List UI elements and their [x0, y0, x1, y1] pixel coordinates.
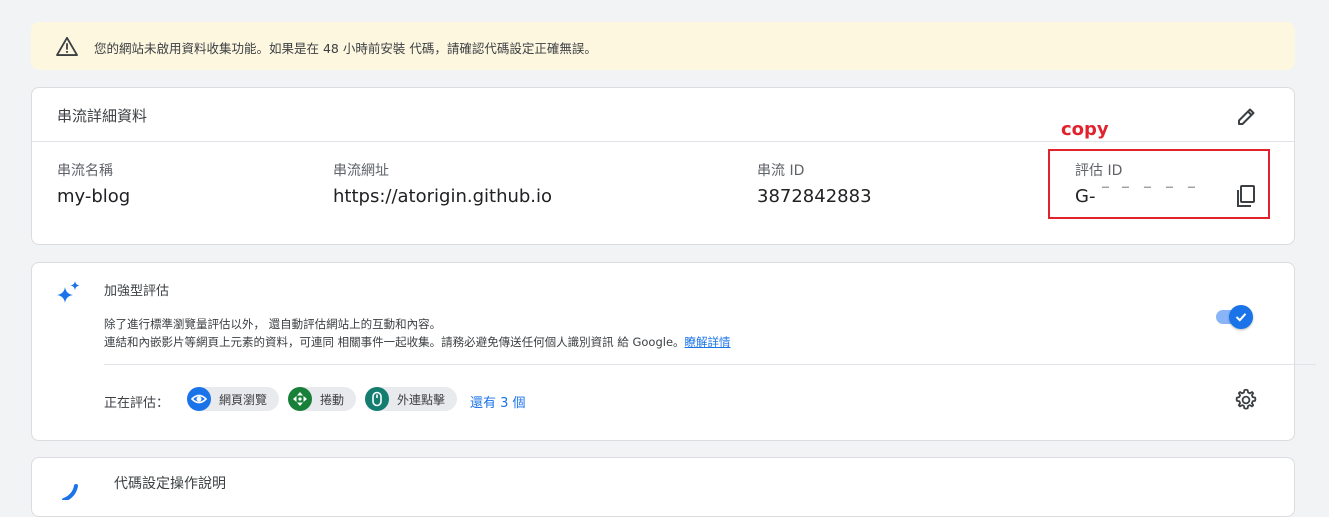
- measurement-id-value: G-: [1075, 186, 1096, 207]
- description-line-1: 除了進行標準瀏覽量評估以外， 還自動評估網站上的互動和內容。: [104, 317, 442, 331]
- measuring-label: 正在評估：: [104, 396, 170, 411]
- chip-outbound-clicks[interactable]: 外連點擊: [365, 387, 458, 411]
- eye-icon: [187, 387, 211, 411]
- data-collection-warning-banner: 您的網站未啟用資料收集功能。如果是在 48 小時前安裝 代碼，請確認代碼設定正確…: [31, 22, 1295, 70]
- sparkle-icon: [57, 281, 80, 303]
- copy-annotation-label: copy: [1061, 119, 1109, 140]
- measurement-id-label: 評估 ID: [1075, 163, 1123, 179]
- chip-page-views[interactable]: 網頁瀏覽: [187, 387, 280, 411]
- stream-details-title: 串流詳細資料: [57, 107, 148, 125]
- chip-scrolls[interactable]: 捲動: [288, 387, 357, 411]
- warning-message: 您的網站未啟用資料收集功能。如果是在 48 小時前安裝 代碼，請確認代碼設定正確…: [94, 41, 597, 56]
- warning-icon: [56, 36, 78, 56]
- redacted-id-mask: ▔ ▔ ▔ ▔ ▔: [1096, 186, 1224, 210]
- enhanced-measurement-toggle[interactable]: [1214, 304, 1254, 329]
- mouse-icon: [365, 387, 389, 411]
- stream-details-card: 串流詳細資料 串流名稱 my-blog 串流網址 https://atorigi…: [31, 87, 1295, 245]
- enhanced-measurement-card: 加強型評估 除了進行標準瀏覽量評估以外， 還自動評估網站上的互動和內容。 連結和…: [31, 262, 1316, 441]
- enhanced-measurement-description: 除了進行標準瀏覽量評估以外， 還自動評估網站上的互動和內容。 連結和內嵌影片等網…: [104, 315, 731, 351]
- stream-id-label: 串流 ID: [757, 163, 805, 179]
- stream-url-value: https://atorigin.github.io: [333, 186, 553, 207]
- description-line-2-text: 連結和內嵌影片等網頁上元素的資料，可連同 相關事件一起收集。請務必避免傳送任何個…: [104, 335, 685, 349]
- chip-label: 網頁瀏覽: [219, 392, 268, 407]
- enhanced-measurement-title: 加強型評估: [104, 284, 170, 299]
- gear-icon[interactable]: [1234, 388, 1258, 412]
- stream-name-value: my-blog: [57, 186, 131, 207]
- description-line-2: 連結和內嵌影片等網頁上元素的資料，可連同 相關事件一起收集。請務必避免傳送任何個…: [104, 333, 731, 351]
- copy-icon[interactable]: [1235, 184, 1257, 208]
- tag-logo-icon: [62, 484, 78, 500]
- more-events-link[interactable]: 還有 3 個: [470, 392, 526, 411]
- pencil-icon[interactable]: [1232, 103, 1260, 131]
- chip-label: 捲動: [320, 392, 345, 407]
- learn-more-link[interactable]: 瞭解詳情: [685, 335, 731, 349]
- check-icon: [1235, 313, 1247, 322]
- stream-name-label: 串流名稱: [57, 163, 113, 179]
- stream-url-label: 串流網址: [333, 163, 389, 179]
- tag-instructions-card[interactable]: 代碼設定操作說明: [31, 457, 1295, 517]
- toggle-knob: [1229, 305, 1253, 329]
- chip-label: 外連點擊: [397, 392, 446, 407]
- card-divider: [32, 141, 1294, 142]
- card-divider: [104, 364, 1316, 365]
- tag-instructions-title: 代碼設定操作說明: [114, 476, 226, 492]
- stream-id-value: 3872842883: [757, 186, 872, 207]
- scroll-arrows-icon: [288, 387, 312, 411]
